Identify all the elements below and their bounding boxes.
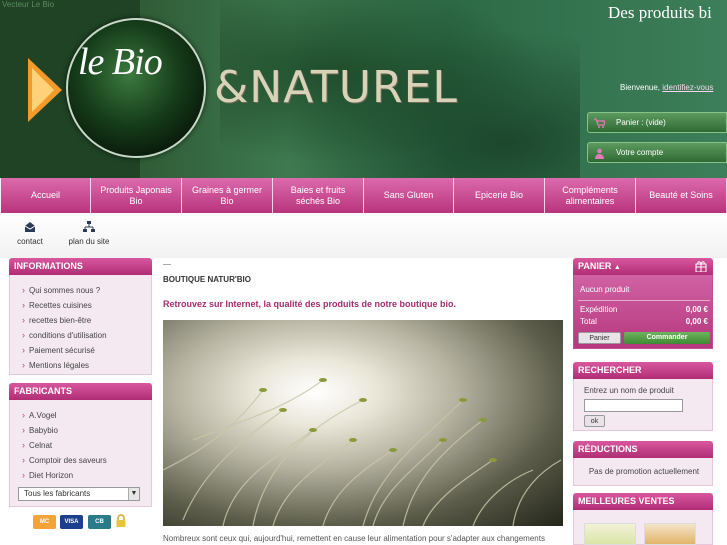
cart-shipping-label: Expédition xyxy=(580,305,618,314)
cart-total-label: Total xyxy=(580,317,597,326)
nav-item-accueil[interactable]: Accueil xyxy=(1,178,91,213)
account-button[interactable]: Votre compte xyxy=(587,142,727,163)
logo-text: le Bio xyxy=(78,41,163,83)
cart-icon xyxy=(594,118,606,128)
search-label: Entrez un nom de produit xyxy=(584,386,674,395)
center-title: BOUTIQUE NATUR'BIO xyxy=(163,275,251,284)
sprouts-image xyxy=(163,320,563,526)
cb-icon: CB xyxy=(88,515,111,529)
logo-arrow-highlight xyxy=(32,68,54,112)
best-product-thumb[interactable] xyxy=(584,523,636,545)
sitemap-link[interactable]: plan du site xyxy=(66,221,112,246)
center-separator xyxy=(163,264,171,265)
nav-item-produits-japonais[interactable]: Produits Japonais Bio xyxy=(91,178,182,213)
envelope-icon xyxy=(24,221,36,233)
welcome-line: Bienvenue, identifiez-vous xyxy=(620,83,713,92)
top-link[interactable]: Vecteur Le Bio xyxy=(2,0,54,9)
user-icon xyxy=(594,148,604,159)
header: Vecteur Le Bio Des produits bi le Bio &N… xyxy=(0,0,727,178)
nav-item-complements[interactable]: Compléments alimentaires xyxy=(545,178,636,213)
info-link-recettes-cuisines[interactable]: Recettes cuisines xyxy=(22,300,92,310)
fabricants-block: A.Vogel Babybio Celnat Comptoir des save… xyxy=(9,400,152,507)
page: Vecteur Le Bio Des produits bi le Bio &N… xyxy=(0,0,727,545)
info-link-recettes-bien-etre[interactable]: recettes bien-être xyxy=(22,315,91,325)
info-link-qui-sommes-nous[interactable]: Qui sommes nous ? xyxy=(22,285,100,295)
account-label: Votre compte xyxy=(616,148,664,157)
info-link-conditions[interactable]: conditions d'utilisation xyxy=(22,330,107,340)
tagline: Des produits bi xyxy=(608,3,712,22)
search-title: RECHERCHER xyxy=(573,362,713,379)
visa-icon: VISA xyxy=(60,515,83,529)
contact-link[interactable]: contact xyxy=(16,221,44,246)
informations-block: Qui sommes nous ? Recettes cuisines rece… xyxy=(9,275,152,375)
cart-shipping-row: Expédition 0,00 € xyxy=(580,305,708,314)
sitemap-label: plan du site xyxy=(68,237,110,246)
cart-summary-button[interactable]: Panier : (vide) xyxy=(587,112,727,133)
search-input[interactable] xyxy=(584,399,683,412)
cart-total-value: 0,00 € xyxy=(685,317,708,326)
fabricant-link-celnat[interactable]: Celnat xyxy=(22,440,52,450)
cart-total-row: Total 0,00 € xyxy=(580,317,708,326)
gift-icon xyxy=(695,260,707,274)
cart-block: Aucun produit Expédition 0,00 € Total 0,… xyxy=(573,275,713,349)
cart-shipping-value: 0,00 € xyxy=(685,305,708,314)
fabricants-title: FABRICANTS xyxy=(9,383,152,400)
fabricant-link-avogel[interactable]: A.Vogel xyxy=(22,410,57,420)
info-link-mentions[interactable]: Mentions légales xyxy=(22,360,89,370)
cart-summary-label: Panier : (vide) xyxy=(616,118,666,127)
nav-item-baies[interactable]: Baies et fruits séchés Bio xyxy=(273,178,364,213)
promo-block: Pas de promotion actuellement xyxy=(573,458,713,486)
toolbar: contact plan du site xyxy=(0,213,727,258)
nav-item-sans-gluten[interactable]: Sans Gluten xyxy=(364,178,454,213)
cart-empty: Aucun produit xyxy=(580,285,630,294)
center-intro: Retrouvez sur Internet, la qualité des p… xyxy=(163,299,457,309)
cart-title-text: PANIER xyxy=(578,261,612,271)
search-block: Entrez un nom de produit ok xyxy=(573,379,713,431)
center-paragraph: Nombreux sont ceux qui, aujourd'hui, rem… xyxy=(163,534,545,543)
order-button[interactable]: Commander xyxy=(624,332,710,344)
logo[interactable] xyxy=(66,18,206,158)
fabricant-link-diet-horizon[interactable]: Diet Horizon xyxy=(22,470,73,480)
main-nav: Accueil Produits Japonais Bio Graines à … xyxy=(0,178,727,213)
logo-naturel: &NATUREL xyxy=(214,62,458,113)
cart-divider xyxy=(578,300,710,301)
contact-label: contact xyxy=(17,237,43,246)
nav-item-beaute[interactable]: Beauté et Soins xyxy=(636,178,727,213)
best-product-thumb[interactable] xyxy=(644,523,696,545)
best-title: MEILLEURES VENTES xyxy=(573,493,713,510)
nav-item-graines[interactable]: Graines à germer Bio xyxy=(182,178,273,213)
mastercard-icon: MC xyxy=(33,515,56,529)
fabricant-link-comptoir[interactable]: Comptoir des saveurs xyxy=(22,455,107,465)
chevron-down-icon: ▼ xyxy=(128,488,139,500)
informations-title: INFORMATIONS xyxy=(9,258,152,275)
login-link[interactable]: identifiez-vous xyxy=(662,83,713,92)
best-block xyxy=(573,510,713,545)
info-link-paiement[interactable]: Paiement sécurisé xyxy=(22,345,95,355)
sitemap-icon xyxy=(83,221,95,233)
promo-title: RÉDUCTIONS xyxy=(573,441,713,458)
chevron-up-icon[interactable]: ▲ xyxy=(614,264,621,271)
cart-button[interactable]: Panier xyxy=(578,332,621,344)
search-button[interactable]: ok xyxy=(584,415,605,427)
fabricants-select-value: Tous les fabricants xyxy=(24,489,91,498)
lock-icon xyxy=(116,514,126,530)
fabricants-select[interactable]: Tous les fabricants ▼ xyxy=(18,487,140,501)
welcome-text: Bienvenue, xyxy=(620,83,661,92)
promo-text: Pas de promotion actuellement xyxy=(588,467,700,476)
fabricant-link-babybio[interactable]: Babybio xyxy=(22,425,58,435)
cart-title: PANIER ▲ xyxy=(573,258,713,275)
nav-item-epicerie[interactable]: Epicerie Bio xyxy=(454,178,545,213)
